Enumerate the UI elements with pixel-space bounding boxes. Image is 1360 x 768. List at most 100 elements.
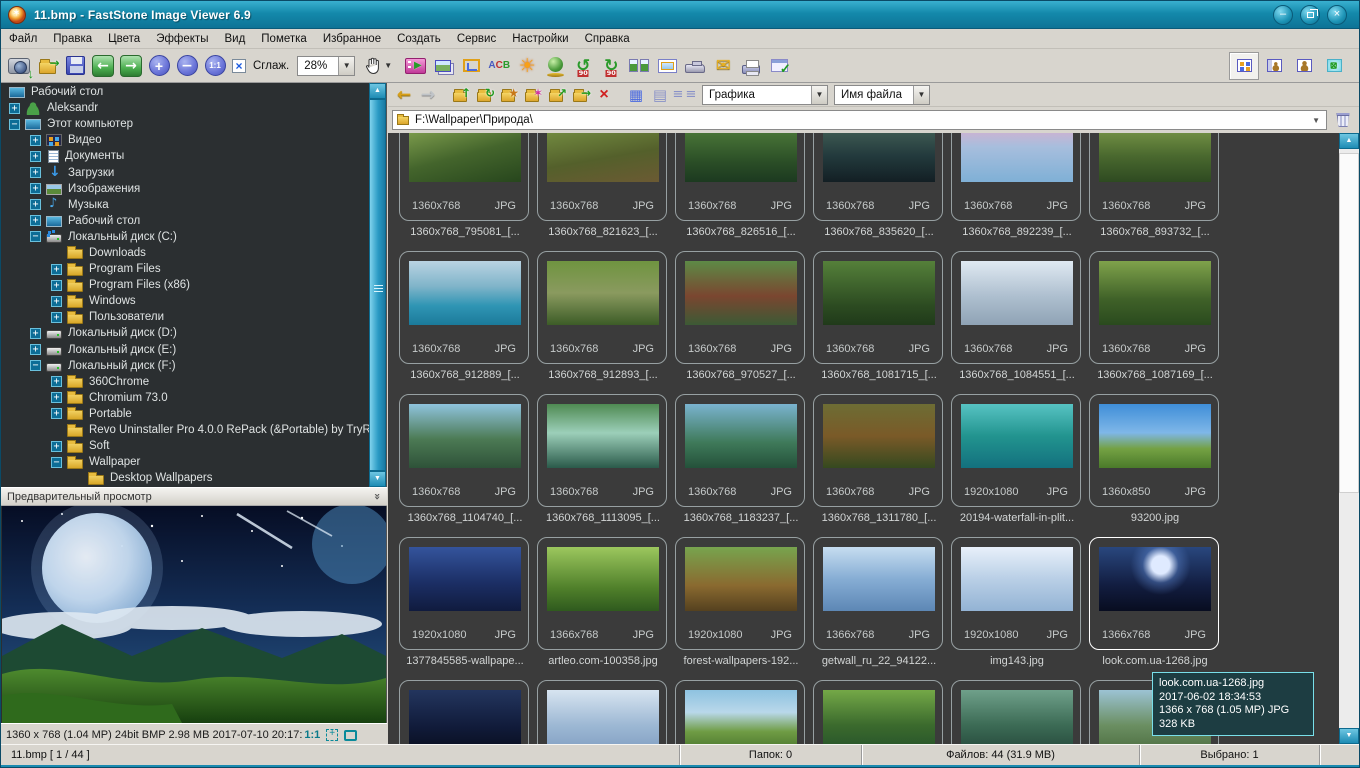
next-image-button[interactable]: → [117, 52, 145, 80]
tree-item[interactable]: Рабочий стол [1, 213, 369, 229]
thumbnail-image[interactable] [547, 690, 659, 744]
thumbnail-image[interactable] [409, 261, 521, 325]
thumbnail-scrollbar-thumb[interactable] [1339, 153, 1359, 493]
thumbnail-card[interactable]: 1360x850 JPG 93200.jpg [1089, 394, 1219, 507]
scroll-up-icon[interactable]: ▲ [369, 83, 386, 99]
menu-edit[interactable]: Правка [45, 31, 100, 47]
thumbnail-card[interactable]: 1360x768 JPG 1360x768_826516_[... [675, 133, 805, 221]
browse-mode-button[interactable] [1229, 52, 1259, 80]
tree-item[interactable]: Revo Uninstaller Pro 4.0.0 RePack (&Port… [1, 422, 369, 438]
tree-item[interactable]: Program Files [1, 261, 369, 277]
thumbnail-image[interactable] [547, 547, 659, 611]
copy-to-folder-button[interactable]: → [568, 84, 592, 106]
scroll-up-icon[interactable]: ▲ [1339, 133, 1359, 149]
tree-toggle[interactable] [9, 103, 20, 114]
thumbnail-card[interactable]: 1360x768 JPG 1360x768_893732_[... [1089, 133, 1219, 221]
thumbnail-card[interactable]: 1920x1080 JPG 1377845585-wallpape... [399, 537, 529, 650]
smoothing-checkbox[interactable]: × [229, 52, 249, 80]
tree-item[interactable]: 360Chrome [1, 374, 369, 390]
preview-image[interactable] [2, 506, 386, 723]
menu-tag[interactable]: Пометка [253, 31, 315, 47]
thumbnail-image[interactable] [961, 690, 1073, 744]
thumbnail-card[interactable]: 1360x768 JPG 1360x768_1087169_[... [1089, 251, 1219, 364]
thumbnail-view-button[interactable]: ▦ [624, 84, 648, 106]
thumbnail-card[interactable]: 1360x768 JPG 1360x768_1311780_[... [813, 394, 943, 507]
thumbnail-image[interactable] [685, 133, 797, 182]
thumbnail-image[interactable] [409, 547, 521, 611]
tree-item[interactable]: Документы [1, 148, 369, 164]
zoom-out-button[interactable]: − [173, 52, 201, 80]
detail-view-button[interactable]: ▤ [648, 84, 672, 106]
rotate-left-button[interactable]: ↺90 [569, 52, 597, 80]
category-filter-select[interactable]: Графика ▼ [702, 85, 828, 105]
thumbnail-card[interactable]: 1360x768 JPG 1360x768_970527_[... [675, 251, 805, 364]
capture-button[interactable] [653, 52, 681, 80]
tree-toggle[interactable] [30, 344, 41, 355]
tree-item[interactable]: Soft [1, 438, 369, 454]
close-button[interactable]: × [1327, 5, 1347, 25]
thumbnail-image[interactable] [823, 547, 935, 611]
select-tool-icon[interactable] [326, 729, 338, 741]
tree-item[interactable]: Aleksandr [1, 100, 369, 116]
tree-item[interactable]: Program Files (x86) [1, 277, 369, 293]
thumbnail-image[interactable] [1099, 133, 1211, 182]
menu-effects[interactable]: Эффекты [148, 31, 216, 47]
thumbnail-image[interactable] [961, 404, 1073, 468]
category-dropdown-arrow[interactable]: ▼ [811, 86, 827, 104]
thumbnail-card[interactable]: 1360x768 JPG 1360x768_1104740_[... [399, 394, 529, 507]
thumbnail-image[interactable] [685, 547, 797, 611]
tree-toggle[interactable] [30, 215, 41, 226]
tree-scrollbar[interactable]: ▲ ▼ [369, 83, 386, 487]
thumbnail-card[interactable]: 1366x768 JPG look.com.ua-1268.jpg [1089, 537, 1219, 650]
restore-button[interactable] [1300, 5, 1320, 25]
tree-toggle[interactable] [51, 392, 62, 403]
sort-order-select[interactable]: Имя файла ▼ [834, 85, 930, 105]
tree-item[interactable]: Локальный диск (F:) [1, 358, 369, 374]
menu-tools[interactable]: Сервис [449, 31, 504, 47]
tree-toggle[interactable] [51, 457, 62, 468]
thumbnail-image[interactable] [409, 404, 521, 468]
thumbnail-card[interactable]: 1360x768 JPG 1360x768_821623_[... [537, 133, 667, 221]
favorite-folder-button[interactable]: ★ [496, 84, 520, 106]
hand-tool-button[interactable]: ▼ [361, 52, 395, 80]
frame-tool-icon[interactable] [344, 730, 357, 741]
thumbnail-image[interactable] [1099, 404, 1211, 468]
acquire-photos-button[interactable] [5, 52, 33, 80]
thumbnail-card[interactable] [951, 680, 1081, 744]
thumbnail-image[interactable] [823, 133, 935, 182]
zoom-select[interactable]: 28% ▼ [297, 56, 355, 76]
thumbnail-scrollbar[interactable]: ▲ ▼ [1339, 133, 1359, 744]
slideshow-button[interactable] [401, 52, 429, 80]
thumbnail-image[interactable] [547, 404, 659, 468]
minimize-button[interactable]: – [1273, 5, 1293, 25]
back-button[interactable]: ← [392, 84, 416, 106]
tree-toggle[interactable] [51, 408, 62, 419]
compare-button[interactable] [625, 52, 653, 80]
menu-favorites[interactable]: Избранное [315, 31, 389, 47]
tree-item[interactable]: Portable [1, 406, 369, 422]
thumbnail-image[interactable] [409, 133, 521, 182]
thumbnail-card[interactable]: 1360x768 JPG 1360x768_912889_[... [399, 251, 529, 364]
menu-settings[interactable]: Настройки [504, 31, 576, 47]
tree-toggle[interactable] [30, 151, 41, 162]
tree-toggle[interactable] [51, 441, 62, 452]
tree-item[interactable]: Этот компьютер [1, 116, 369, 132]
thumbnail-card[interactable]: 1360x768 JPG 1360x768_892239_[... [951, 133, 1081, 221]
hand-dropdown-arrow[interactable]: ▼ [384, 61, 392, 70]
thumbnail-card[interactable]: 1360x768 JPG 1360x768_835620_[... [813, 133, 943, 221]
thumbnail-card[interactable]: 1920x1080 JPG forest-wallpapers-192... [675, 537, 805, 650]
thumbnail-card[interactable]: 1360x768 JPG 1360x768_1113095_[... [537, 394, 667, 507]
tree-item[interactable]: Пользователи [1, 309, 369, 325]
tree-toggle[interactable] [51, 296, 62, 307]
scroll-down-icon[interactable]: ▼ [1339, 728, 1359, 744]
open-folder-button[interactable]: → [33, 52, 61, 80]
tree-item[interactable]: Windows [1, 293, 369, 309]
tree-toggle[interactable] [30, 360, 41, 371]
external-programs-button[interactable] [765, 52, 793, 80]
viewer-full-mode-button[interactable] [1289, 52, 1319, 80]
tree-item[interactable]: Chromium 73.0 [1, 390, 369, 406]
tree-toggle[interactable] [30, 183, 41, 194]
thumbnail-card[interactable] [675, 680, 805, 744]
tree-item[interactable]: Видео [1, 132, 369, 148]
rotate-right-button[interactable]: ↻90 [597, 52, 625, 80]
